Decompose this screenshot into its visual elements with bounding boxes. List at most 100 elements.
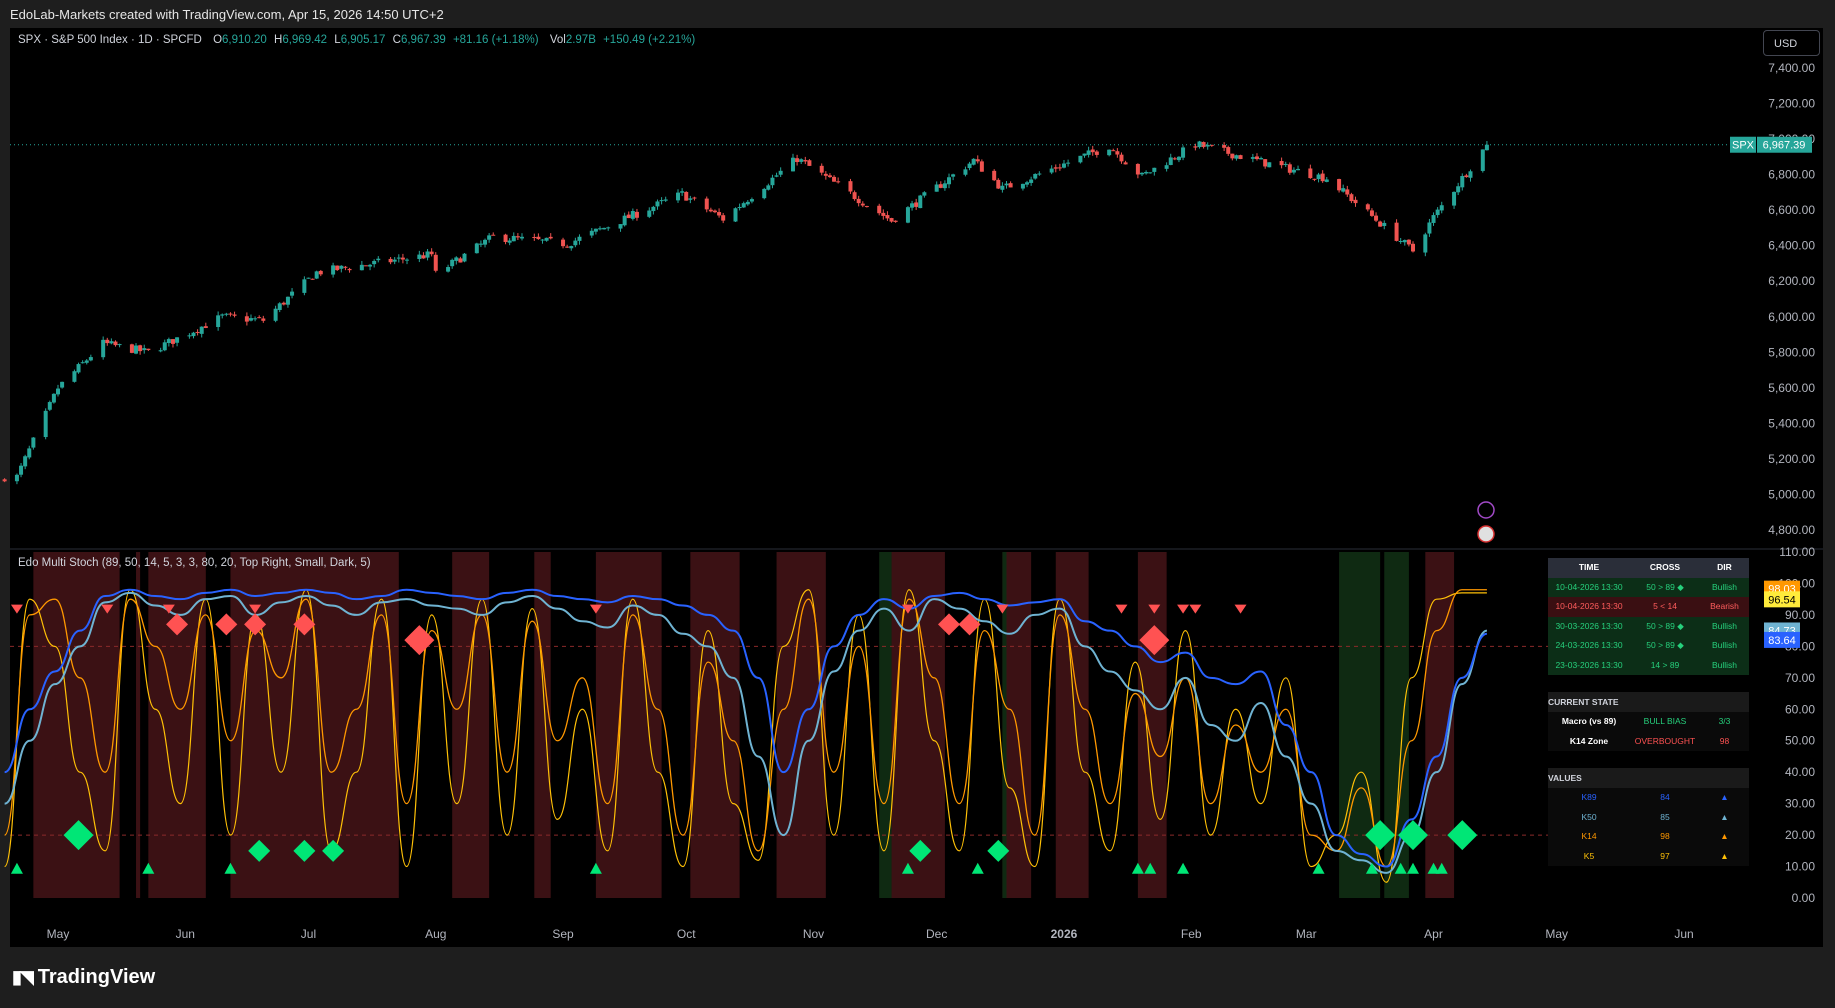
time-tick-label: May (47, 927, 70, 941)
candle (1308, 164, 1313, 179)
candle-body (80, 362, 85, 364)
candle (561, 237, 566, 249)
candle (1053, 164, 1058, 173)
candle (314, 270, 319, 280)
candle-body (392, 259, 397, 262)
oscillator-tick-label: 50.00 (1785, 734, 1815, 748)
candle-body (1057, 167, 1062, 169)
candle-body (647, 210, 652, 217)
candle (807, 159, 812, 166)
candle-body (1193, 146, 1198, 148)
candle (856, 195, 861, 207)
tradingview-logo[interactable]: ▮◥ TradingView (12, 966, 155, 989)
candle (396, 254, 401, 263)
candle (1123, 160, 1128, 165)
candle (766, 183, 771, 191)
candle (827, 173, 832, 178)
candle (634, 208, 639, 221)
candle (717, 208, 722, 218)
candle-body (306, 277, 311, 279)
candle (795, 154, 800, 166)
candle-body (248, 318, 253, 321)
signal-dir: Bullish (1711, 659, 1738, 670)
signal-time: 24-03-2026 13:30 (1555, 640, 1623, 650)
candle-body (318, 270, 323, 275)
main-legend[interactable]: SPX · S&P 500 Index · 1D · SPCFD O6,910.… (18, 34, 695, 46)
value-arrow: ▲ (1720, 811, 1729, 822)
candle-body (462, 253, 467, 262)
candle-body (749, 199, 754, 202)
candle (1324, 176, 1329, 183)
candle (458, 256, 463, 263)
candle-body (170, 339, 175, 344)
signal-dir: Bullish (1711, 581, 1738, 592)
candle-body (1176, 156, 1181, 161)
candle-body (602, 227, 607, 230)
candle (602, 227, 607, 230)
candle-body (187, 335, 192, 337)
candles-layer (2, 140, 1489, 485)
candle-body (519, 236, 524, 239)
candle (967, 161, 972, 171)
candle-body (848, 181, 853, 192)
candle (347, 267, 352, 273)
candle-body (856, 198, 861, 204)
candle (1152, 167, 1157, 176)
candle-body (1181, 147, 1186, 158)
table-header-row: TIME CROSS DIR (1548, 558, 1749, 578)
signal-dir: Bullish (1711, 620, 1738, 631)
candle-body (1148, 172, 1153, 174)
candle-body (922, 192, 927, 196)
candle-body (1312, 178, 1317, 180)
candle (1431, 212, 1436, 226)
candle (688, 195, 693, 204)
state-row: K14 Zone OVERBOUGHT 98 (1548, 731, 1749, 751)
symbol-label[interactable]: SPX · S&P 500 Index · 1D · SPCFD (18, 34, 202, 46)
candle (922, 191, 927, 198)
candle (819, 163, 824, 176)
candle (343, 265, 348, 271)
candle-body (1291, 169, 1296, 173)
candle (1456, 182, 1461, 196)
overbought-zone (776, 552, 826, 898)
candle-body (1398, 241, 1403, 243)
candle-body (56, 388, 60, 395)
candle-body (1283, 163, 1288, 165)
candle-body (347, 268, 352, 271)
oscillator-legend[interactable]: Edo Multi Stoch (89, 50, 14, 5, 3, 3, 80… (18, 557, 371, 569)
candle-body (1263, 159, 1268, 167)
candle (474, 242, 479, 254)
oscillator-tick-label: 60.00 (1785, 702, 1815, 716)
candle-body (934, 184, 939, 192)
candle (195, 329, 200, 336)
candle (503, 233, 508, 245)
state-extra: 98 (1719, 735, 1730, 746)
candle-body (1115, 151, 1120, 155)
candle (56, 384, 60, 397)
candle-body (1464, 175, 1469, 178)
candle (199, 326, 204, 338)
candle (860, 201, 865, 208)
price-tick-label: 5,400.00 (1768, 417, 1815, 431)
currency-button[interactable]: USD (1763, 30, 1820, 56)
oversold-zone (1339, 552, 1381, 898)
candle-body (146, 348, 151, 351)
candle (745, 200, 750, 206)
candle-body (770, 177, 775, 186)
candle-body (532, 237, 537, 239)
state-label: Macro (vs 89) (1561, 716, 1617, 726)
candle (1369, 208, 1374, 217)
candle (1193, 143, 1198, 151)
candle-body (396, 257, 401, 259)
candle (318, 269, 323, 277)
candle (1259, 156, 1264, 160)
candle (889, 217, 894, 223)
candle (23, 454, 28, 470)
candle-body (680, 191, 685, 193)
candle (462, 253, 467, 263)
candle-body (938, 184, 943, 188)
state-value: OVERBOUGHT (1634, 735, 1696, 746)
candle (770, 174, 775, 189)
candle (117, 343, 122, 348)
candle-body (1402, 240, 1407, 243)
